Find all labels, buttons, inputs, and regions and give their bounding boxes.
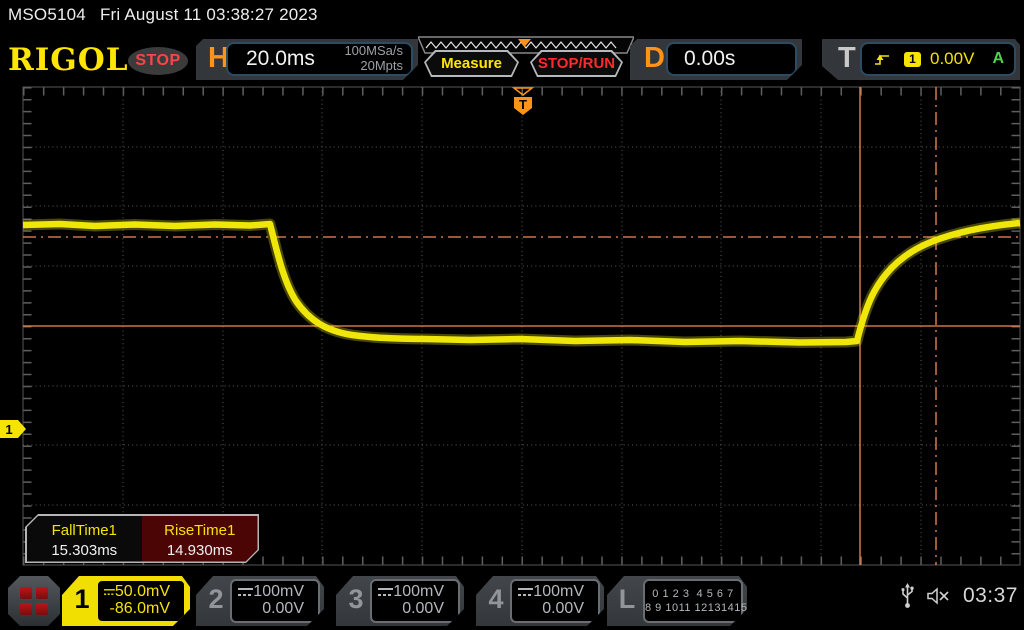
logic-row-2: 8 9 1011 12131415 [645,602,748,614]
trigger-settings-box[interactable]: T 1 0.00V A [822,39,1020,80]
measurement-name: FallTime1 [51,521,117,539]
trigger-level-value: 0.00V [930,49,975,68]
trigger-marker-letter: T [519,97,527,112]
rigol-logo: RIGOL [8,42,129,78]
channel-scale: 100mV [393,583,444,600]
horizontal-settings-box[interactable]: H 20.0ms 100MSa/s 20Mpts [196,39,418,80]
trigger-slope-icon [874,51,890,67]
measure-button[interactable]: Measure [424,50,519,77]
channel-scale: 100mV [253,583,304,600]
channel-number: 2 [208,584,224,614]
channel-number: 1 [74,584,90,614]
delay-label: D [644,42,665,74]
status-area: 03:37 [900,583,1018,609]
titlebar: MSO5104 Fri August 11 03:38:27 2023 [8,5,318,25]
model-name: MSO5104 [8,5,86,24]
logic-channels-button[interactable]: L 0 1 2 3 4 5 6 7 8 9 1011 12131415 [607,576,747,626]
delay-value: 0.00s [684,47,736,70]
dc-coupling-icon [378,587,393,597]
waveform-display: T 1 [0,86,1021,566]
measurement-falltime[interactable]: FallTime1 15.303ms [27,516,143,562]
trigger-source-badge: 1 [904,52,921,67]
trigger-label: T [838,42,856,74]
measurement-name: RiseTime1 [164,521,236,539]
measurement-risetime[interactable]: RiseTime1 14.930ms [142,516,258,562]
oscilloscope-screen: MSO5104 Fri August 11 03:38:27 2023 RIGOL… [0,0,1024,630]
channel4-button[interactable]: 4 100mV 0.00V [476,576,604,626]
channel-scale: 50.0mV [114,583,170,600]
memory-depth: 20Mpts [360,58,403,73]
channel3-button[interactable]: 3 100mV 0.00V [336,576,464,626]
timebase-value: 20.0ms [246,47,315,70]
channel1-marker-number: 1 [5,422,12,437]
speaker-muted-icon [927,587,949,605]
run-state-badge: STOP [128,47,188,75]
stop-run-button[interactable]: STOP/RUN [530,50,623,77]
menu-button[interactable] [8,576,60,626]
usb-icon [901,583,914,608]
waveform-trace [22,217,1021,348]
logic-label: L [618,584,636,614]
dc-coupling-icon [238,587,253,597]
measurement-value: 14.930ms [166,541,233,559]
measurement-panel: FallTime1 15.303ms RiseTime1 14.930ms [25,514,259,563]
datetime-text: Fri August 11 03:38:27 2023 [99,5,318,24]
channel1-button[interactable]: 1 50.0mV -86.0mV [62,576,190,626]
channel-scale: 100mV [533,583,584,600]
menu-grid-icon [20,587,48,615]
delay-settings-box[interactable]: D 0.00s [630,39,802,80]
channel2-button[interactable]: 2 100mV 0.00V [196,576,324,626]
clock-text: 03:37 [962,584,1018,607]
channel-offset: 0.00V [542,600,584,617]
sample-rate: 100MSa/s [344,43,403,59]
measurement-value: 15.303ms [51,541,118,559]
channel-offset: 0.00V [402,600,444,617]
channel-offset: -86.0mV [109,600,170,617]
logic-row-1: 0 1 2 3 4 5 6 7 [652,587,734,600]
channel1-position-marker[interactable]: 1 [0,420,26,438]
channel-offset: 0.00V [262,600,304,617]
acquisition-info: 100MSa/s 20Mpts [344,44,403,74]
dc-coupling-icon [518,587,533,597]
dc-coupling-icon [104,587,115,597]
channel-number: 4 [488,584,504,614]
channel-number: 3 [348,584,364,614]
trigger-mode-indicator: A [992,50,1004,67]
